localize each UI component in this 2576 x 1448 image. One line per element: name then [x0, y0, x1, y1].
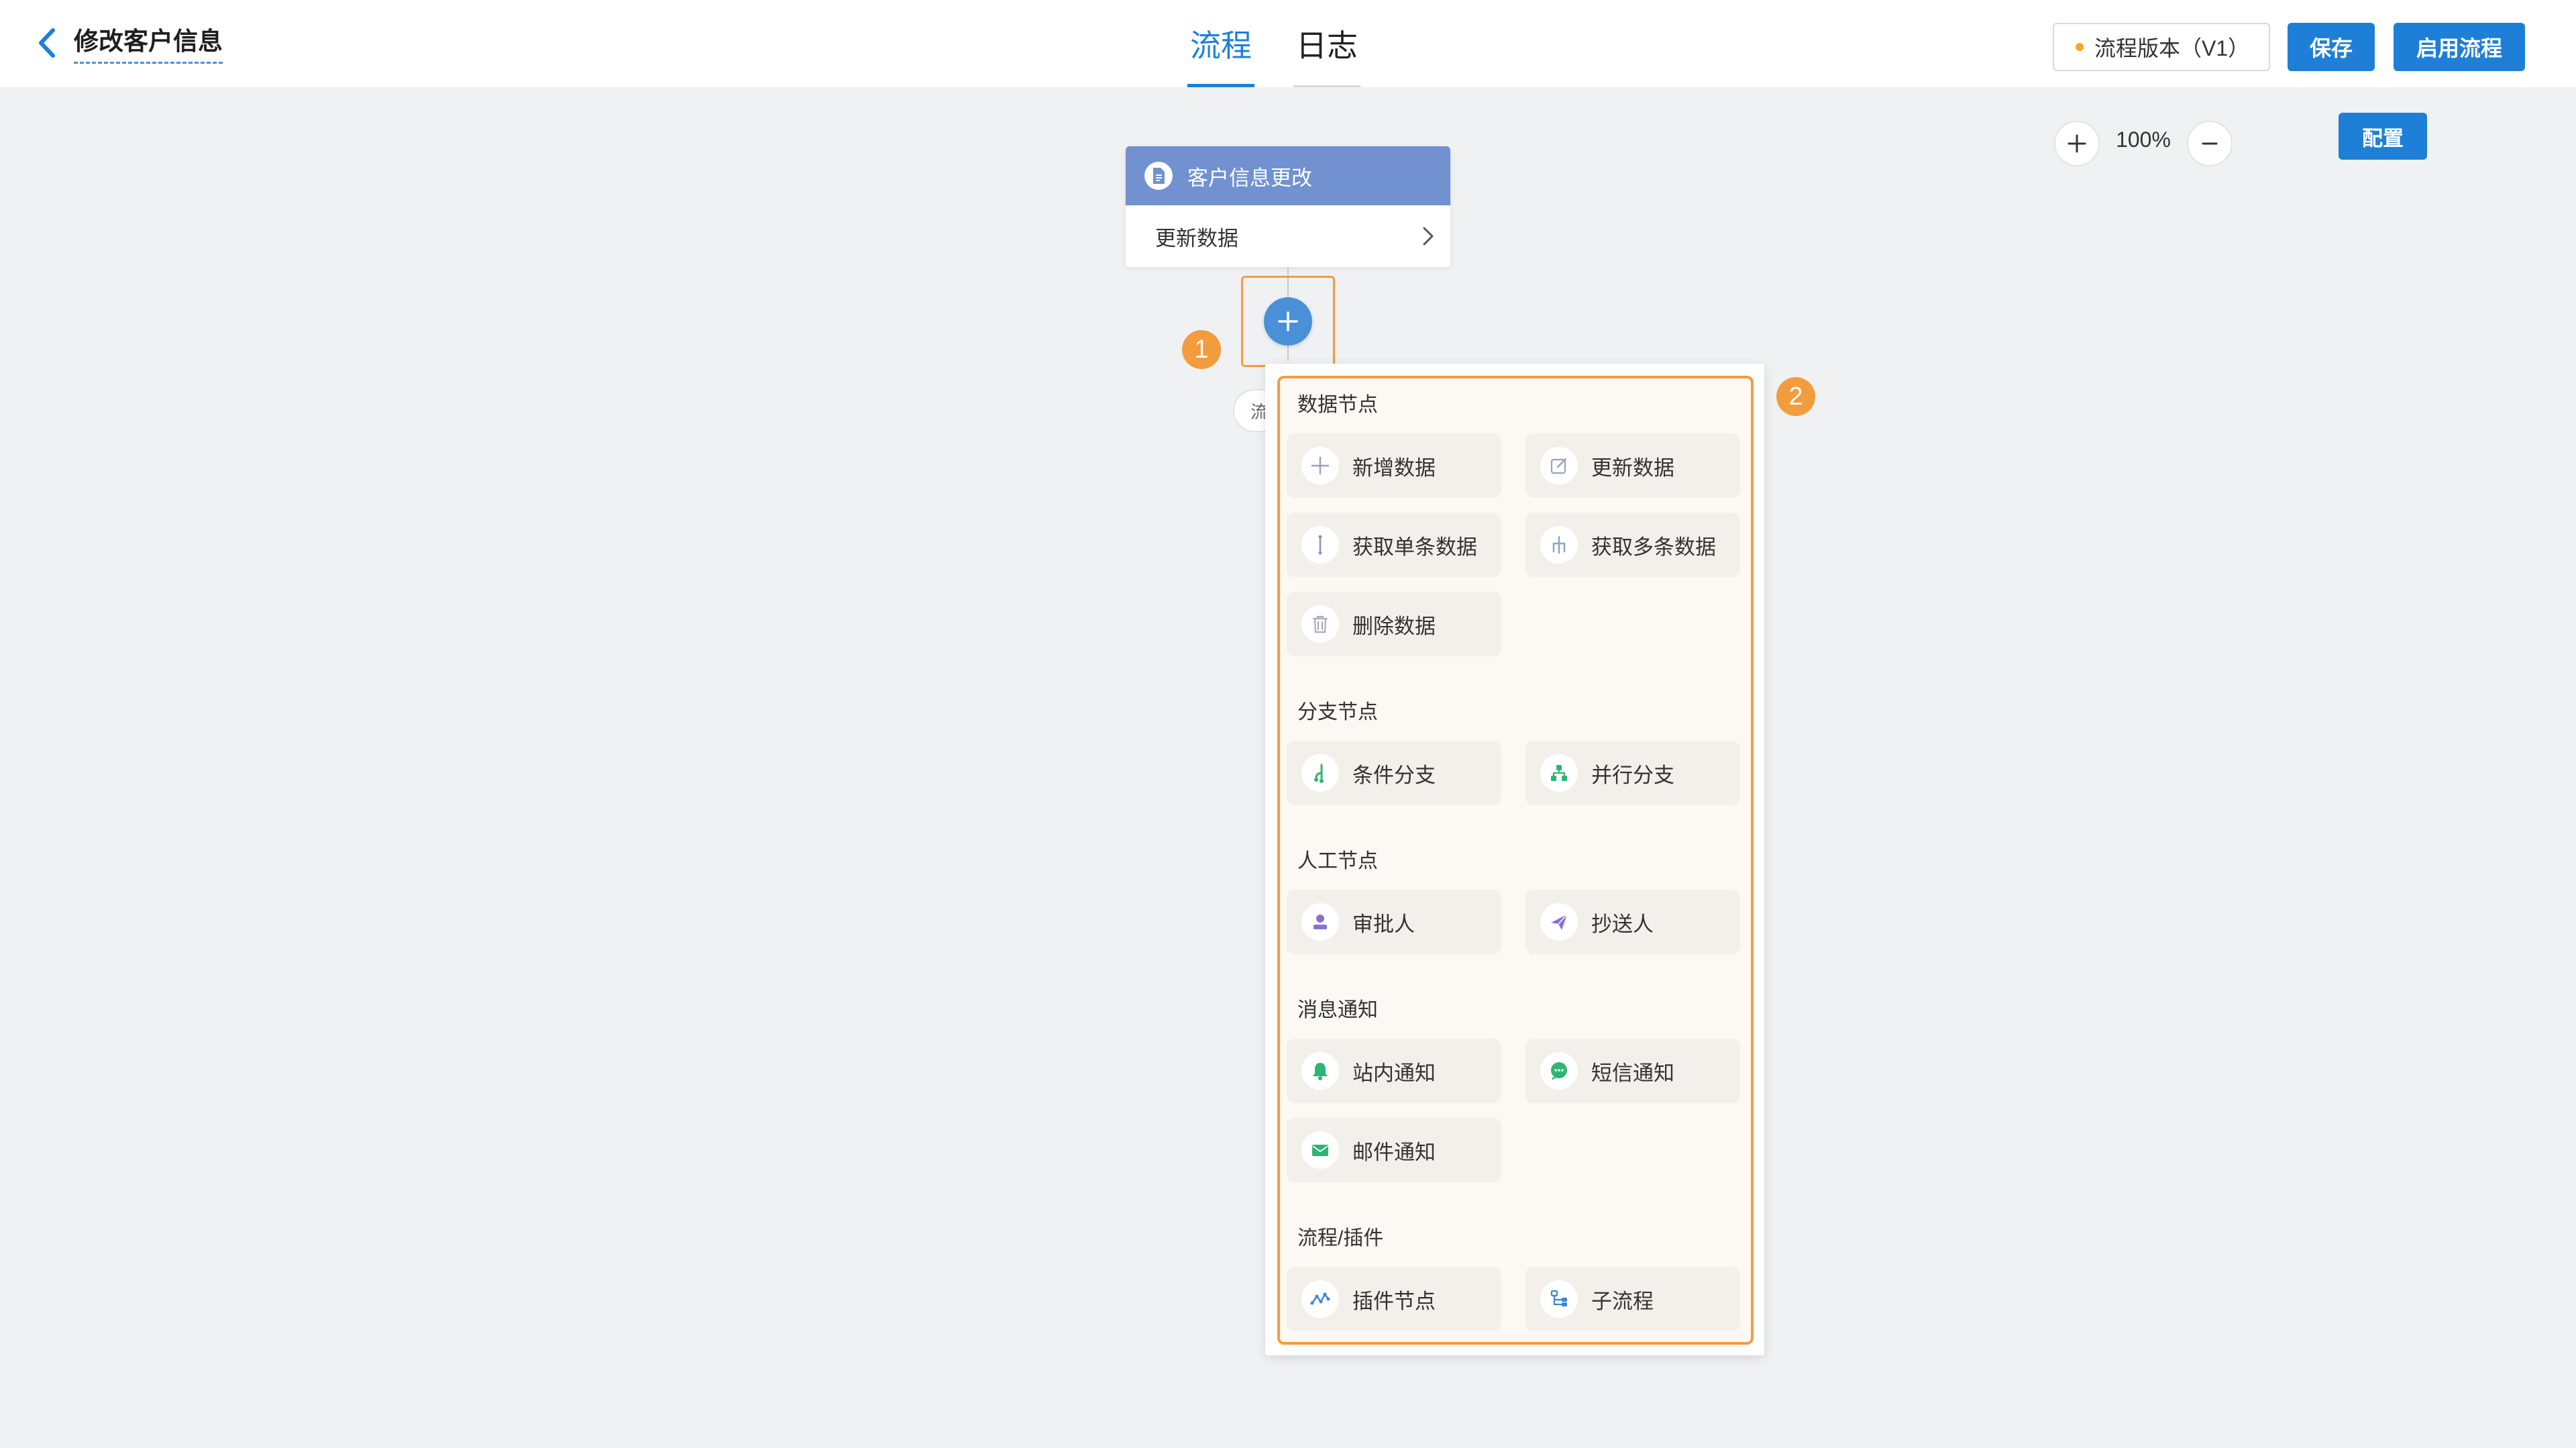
- node-option-label: 插件节点: [1352, 1289, 1436, 1313]
- trash-icon: [1301, 605, 1339, 643]
- node-option-label: 条件分支: [1352, 763, 1436, 787]
- section-title-flow-plugin: 流程/插件: [1297, 1227, 1384, 1249]
- document-icon: [1144, 162, 1173, 190]
- plus-icon: [2068, 134, 2086, 153]
- zoom-level: 100%: [2116, 127, 2171, 152]
- node-option-add-data[interactable]: 新增数据: [1287, 433, 1501, 498]
- node-type-popup: 数据节点 新增数据 更新数据 获取单条数据 获取多条数据 删除数据 分支节点 条…: [1265, 364, 1764, 1355]
- plugin-icon: [1301, 1280, 1339, 1318]
- step-badge-1: 1: [1182, 330, 1221, 369]
- node-option-label: 站内通知: [1352, 1061, 1436, 1085]
- node-option-parallel-branch[interactable]: 并行分支: [1525, 741, 1740, 805]
- node-option-label: 更新数据: [1591, 456, 1674, 480]
- node-option-plugin[interactable]: 插件节点: [1287, 1267, 1501, 1331]
- mail-icon: [1301, 1131, 1339, 1169]
- node-option-condition-branch[interactable]: 条件分支: [1287, 741, 1501, 805]
- version-label: 流程版本（V1）: [2094, 36, 2250, 60]
- top-header: 修改客户信息 流程 日志 流程版本（V1） 保存 启用流程: [0, 0, 2576, 87]
- minus-icon: [2202, 142, 2218, 145]
- enable-flow-button[interactable]: 启用流程: [2394, 23, 2525, 71]
- version-select[interactable]: 流程版本（V1）: [2053, 23, 2270, 71]
- node-action-label: 更新数据: [1155, 226, 1238, 250]
- node-option-update-data[interactable]: 更新数据: [1525, 433, 1740, 498]
- add-node-button[interactable]: [1264, 297, 1312, 346]
- node-option-get-multiple[interactable]: 获取多条数据: [1525, 513, 1740, 577]
- node-option-cc[interactable]: 抄送人: [1525, 890, 1740, 954]
- plus-icon: [1278, 311, 1298, 331]
- bell-icon: [1301, 1052, 1339, 1090]
- node-option-sms[interactable]: 短信通知: [1525, 1039, 1740, 1103]
- subflow-icon: [1540, 1280, 1578, 1318]
- config-button[interactable]: 配置: [2339, 113, 2427, 160]
- approver-icon: [1301, 903, 1339, 941]
- sms-icon: [1540, 1052, 1578, 1090]
- plus-icon: [1301, 447, 1339, 484]
- node-option-email[interactable]: 邮件通知: [1287, 1118, 1501, 1182]
- node-option-label: 审批人: [1352, 912, 1415, 936]
- section-title-notification: 消息通知: [1297, 999, 1378, 1021]
- back-button[interactable]: [32, 24, 62, 62]
- view-tabs: 流程 日志: [1187, 0, 1360, 87]
- step-badge-2: 2: [1776, 377, 1815, 416]
- node-header: 客户信息更改: [1126, 146, 1450, 205]
- flow-node-customer-update[interactable]: 客户信息更改 更新数据: [1126, 146, 1450, 267]
- node-option-label: 获取单条数据: [1352, 535, 1477, 559]
- chevron-left-icon: [39, 28, 55, 58]
- node-option-label: 删除数据: [1352, 614, 1436, 638]
- node-body[interactable]: 更新数据: [1126, 205, 1450, 267]
- node-option-label: 抄送人: [1591, 912, 1654, 936]
- zoom-in-button[interactable]: [2054, 121, 2100, 166]
- section-title-manual: 人工节点: [1297, 850, 1378, 872]
- tab-log[interactable]: 日志: [1293, 0, 1360, 87]
- node-option-subflow[interactable]: 子流程: [1525, 1267, 1740, 1331]
- node-option-label: 邮件通知: [1352, 1140, 1436, 1164]
- node-option-label: 新增数据: [1352, 456, 1436, 480]
- node-type-list: 数据节点 新增数据 更新数据 获取单条数据 获取多条数据 删除数据 分支节点 条…: [1277, 376, 1754, 1345]
- cc-send-icon: [1540, 903, 1578, 941]
- node-option-get-single[interactable]: 获取单条数据: [1287, 513, 1501, 577]
- node-option-label: 获取多条数据: [1591, 535, 1716, 559]
- node-option-approver[interactable]: 审批人: [1287, 890, 1501, 954]
- node-option-label: 并行分支: [1591, 763, 1674, 787]
- node-option-label: 短信通知: [1591, 1061, 1674, 1085]
- node-option-label: 子流程: [1591, 1289, 1654, 1313]
- node-option-delete-data[interactable]: 删除数据: [1287, 592, 1501, 656]
- page-title[interactable]: 修改客户信息: [74, 27, 223, 64]
- zoom-out-button[interactable]: [2187, 121, 2233, 166]
- multi-data-icon: [1540, 526, 1578, 564]
- version-status-dot: [2076, 43, 2084, 51]
- save-button[interactable]: 保存: [2288, 23, 2375, 71]
- node-title: 客户信息更改: [1187, 166, 1312, 190]
- node-option-site-notice[interactable]: 站内通知: [1287, 1039, 1501, 1103]
- section-title-data: 数据节点: [1297, 394, 1378, 416]
- parallel-branch-icon: [1540, 754, 1578, 792]
- tab-flow[interactable]: 流程: [1187, 0, 1254, 87]
- section-title-branch: 分支节点: [1297, 701, 1378, 723]
- single-data-icon: [1301, 526, 1339, 564]
- edit-icon: [1540, 447, 1578, 484]
- condition-branch-icon: [1301, 754, 1339, 792]
- chevron-right-icon: [1423, 227, 1434, 246]
